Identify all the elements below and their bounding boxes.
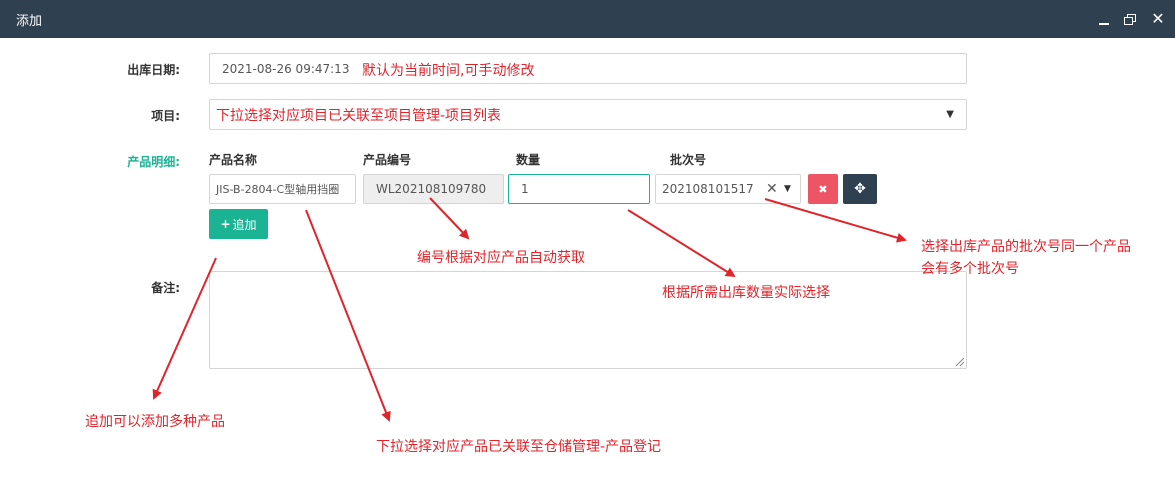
annotation-arrows: [152, 197, 907, 422]
arrow-add: [152, 257, 217, 400]
arrow-qty: [627, 209, 736, 278]
arrow-batch: [764, 198, 907, 243]
arrow-code: [429, 197, 470, 240]
arrow-name: [305, 209, 391, 422]
